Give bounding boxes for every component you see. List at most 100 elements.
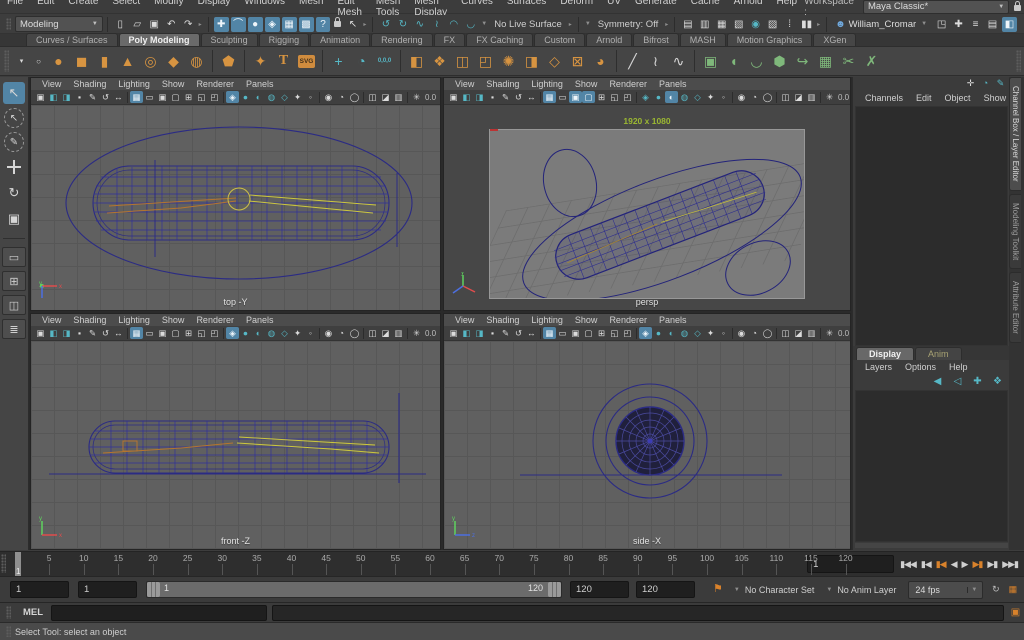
step-back-key-button[interactable]: ▮◀ (934, 559, 948, 570)
camera-attributes-icon[interactable]: ◧ (460, 327, 473, 339)
layout-two-pane-button[interactable]: ◫ (2, 295, 26, 315)
new-layer-icon[interactable]: ✚ (970, 374, 985, 389)
ep-curve-icon[interactable]: ≀ (645, 51, 666, 72)
panel-tear-off-icon[interactable]: ◪ (379, 91, 392, 103)
wireframe-icon[interactable]: ◈ (226, 91, 239, 103)
shelf-tab-motion-graphics[interactable]: Motion Graphics (726, 33, 813, 46)
viewport-menu-panels[interactable]: Panels (654, 315, 692, 325)
shadows-icon[interactable]: ◦ (304, 327, 317, 339)
viewport-persp[interactable]: View Shading Lighting Show Renderer Panels ▣ ◧… (443, 77, 851, 311)
help-line-grip[interactable] (6, 625, 11, 638)
shelf-tab-sculpting[interactable]: Sculpting (200, 33, 258, 46)
xray-joints-icon[interactable]: ◯ (348, 91, 361, 103)
cut-tool-icon[interactable]: ✂ (838, 51, 859, 72)
safe-action-icon[interactable]: ◱ (195, 327, 208, 339)
shadows-icon[interactable]: ◦ (717, 91, 730, 103)
textured-icon[interactable]: ◐ (665, 91, 678, 103)
layout-four-pane-button[interactable]: ⊞ (2, 271, 26, 291)
viewport-menu-view[interactable]: View (450, 79, 479, 89)
layer-tab-anim[interactable]: Anim (915, 347, 962, 360)
select-camera-icon[interactable]: ▣ (447, 327, 460, 339)
outliner-toggle-icon[interactable]: ▥ (392, 327, 405, 339)
shelf-tab-bifrost[interactable]: Bifrost (633, 33, 679, 46)
pause-viewport-icon[interactable]: ▮▮ (799, 17, 814, 32)
panel-layout-icon[interactable]: ◫ (366, 91, 379, 103)
resolution-gate-icon[interactable]: ▣ (569, 327, 582, 339)
viewport-menu-renderer[interactable]: Renderer (191, 315, 239, 325)
shaded-icon[interactable]: ● (652, 91, 665, 103)
new-scene-icon[interactable]: ▯ (113, 17, 128, 32)
viewport-menu-renderer[interactable]: Renderer (191, 79, 239, 89)
move-tool[interactable] (3, 156, 25, 178)
2d-pan-zoom-icon[interactable]: ✎ (499, 91, 512, 103)
multi-cut-icon[interactable]: ▦ (815, 51, 836, 72)
safe-action-icon[interactable]: ◱ (608, 91, 621, 103)
layer-list[interactable] (855, 390, 1008, 542)
channel-box-menu-edit[interactable]: Edit (910, 93, 938, 103)
extrude-icon[interactable]: ▣ (700, 51, 721, 72)
camera-attributes-icon[interactable]: ◧ (47, 91, 60, 103)
wireframe-on-shaded-icon[interactable]: ◇ (278, 327, 291, 339)
zero-transform-icon[interactable]: 0,0,0 (374, 51, 395, 72)
isolate-select-icon[interactable]: ◉ (735, 327, 748, 339)
expander-icon[interactable]: ▸ (817, 21, 820, 28)
playback-start-field[interactable]: 1 (78, 581, 137, 598)
open-render-view-icon[interactable]: ▤ (680, 17, 695, 32)
bevel-icon[interactable]: ◖ (723, 51, 744, 72)
shelf-tab-curves-surfaces[interactable]: Curves / Surfaces (26, 33, 118, 46)
chevron-down-icon[interactable]: ▼ (585, 21, 591, 27)
viewport-canvas-persp[interactable]: 1920 x 1080 y persp (444, 105, 850, 310)
image-plane-icon[interactable]: ▪ (73, 327, 86, 339)
record-history-icon[interactable]: ↻ (395, 17, 410, 32)
channel-box-menu-object[interactable]: Object (939, 93, 977, 103)
shadows-icon[interactable]: ◦ (717, 327, 730, 339)
svg-tool-icon[interactable]: SVG (296, 51, 317, 72)
snap-grid-icon[interactable]: ✚ (213, 16, 229, 32)
bridge-icon[interactable]: ◡ (746, 51, 767, 72)
panel-layout-icon[interactable]: ◫ (779, 327, 792, 339)
step-back-frame-button[interactable]: ▮◀ (919, 559, 933, 570)
layer-menu-help[interactable]: Help (943, 362, 974, 372)
render-settings-icon[interactable]: ▨ (765, 17, 780, 32)
camera-bookmark-icon[interactable]: ◨ (60, 91, 73, 103)
safe-action-icon[interactable]: ◱ (195, 91, 208, 103)
poly-plane-icon[interactable]: ◆ (163, 51, 184, 72)
lights-icon[interactable]: ✦ (704, 91, 717, 103)
redo-icon[interactable]: ↷ (181, 17, 196, 32)
isolate-select-icon[interactable]: ◉ (322, 327, 335, 339)
lock-selection-icon[interactable] (334, 17, 342, 27)
viewport-canvas-side[interactable]: yz side -X (444, 341, 850, 549)
select-camera-icon[interactable]: ▣ (447, 91, 460, 103)
film-gate-icon[interactable]: ▭ (556, 91, 569, 103)
shelf-tab-poly-modeling[interactable]: Poly Modeling (118, 33, 200, 46)
safe-title-icon[interactable]: ◰ (621, 327, 634, 339)
snap-projected-center-icon[interactable]: ◈ (264, 16, 280, 32)
gate-mask-icon[interactable]: ▢ (169, 327, 182, 339)
gate-mask-icon[interactable]: ▢ (582, 91, 595, 103)
shelf-tab-custom[interactable]: Custom (534, 33, 586, 46)
safe-title-icon[interactable]: ◰ (208, 327, 221, 339)
image-plane-icon[interactable]: ▪ (486, 327, 499, 339)
viewport-menu-lighting[interactable]: Lighting (526, 315, 568, 325)
rotate-tool[interactable]: ↻ (3, 182, 25, 204)
outliner-toggle-icon[interactable]: ▥ (392, 91, 405, 103)
use-default-material-icon[interactable]: ◍ (678, 91, 691, 103)
exposure-icon[interactable]: ✳ (823, 327, 836, 339)
render-current-frame-icon[interactable]: ▥ (697, 17, 712, 32)
viewport-menu-show[interactable]: Show (157, 315, 190, 325)
panel-layout-icon[interactable]: ◫ (779, 91, 792, 103)
sidebar-modeling-toolkit-icon[interactable]: ◳ (934, 17, 949, 32)
expander-icon[interactable]: ▸ (665, 21, 668, 28)
shelf-tab-rigging[interactable]: Rigging (258, 33, 310, 46)
xray-icon[interactable]: ◔ (748, 327, 761, 339)
clip-editor-icon[interactable]: ▦ (1005, 582, 1020, 597)
range-start-handle[interactable] (147, 582, 160, 597)
playhead[interactable]: 1 (15, 552, 21, 576)
camera-bookmark-icon[interactable]: ◨ (473, 327, 486, 339)
isolate-select-icon[interactable]: ◉ (735, 91, 748, 103)
viewport-menu-show[interactable]: Show (570, 79, 603, 89)
xray-joints-icon[interactable]: ◯ (761, 91, 774, 103)
command-input[interactable] (51, 604, 268, 621)
loop-icon[interactable]: ↻ (988, 582, 1003, 597)
2d-pan-zoom-icon[interactable]: ✎ (499, 327, 512, 339)
